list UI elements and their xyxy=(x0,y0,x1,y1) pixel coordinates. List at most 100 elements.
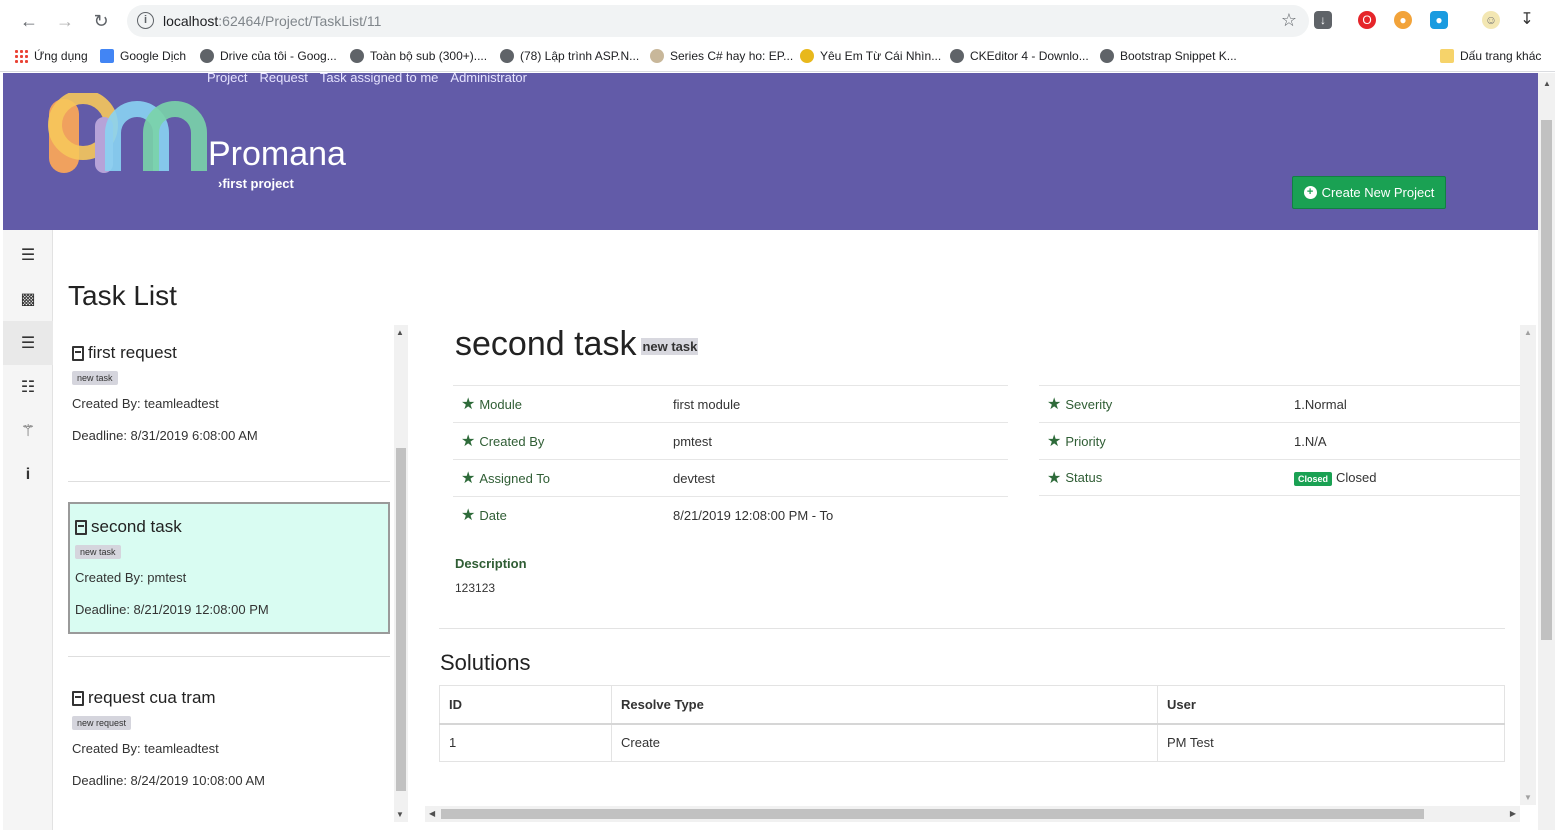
star-icon: ★ xyxy=(1047,433,1062,450)
scrollbar-thumb[interactable] xyxy=(396,448,406,791)
globe-icon xyxy=(950,49,964,63)
top-nav: Project Request Task assigned to me Admi… xyxy=(207,70,527,85)
info-icon[interactable]: i xyxy=(3,453,53,497)
field-date: ★ Date 8/21/2019 12:08:00 PM - To xyxy=(453,496,1008,533)
cell-user: PM Test xyxy=(1157,723,1505,762)
sidebar: ☰ ▩ ☰ ☷ ⚚ i xyxy=(3,230,53,830)
scrollbar-thumb[interactable] xyxy=(441,809,1424,819)
globe-icon xyxy=(350,49,364,63)
description-text: 123123 xyxy=(455,581,496,595)
scroll-down-icon[interactable]: ▼ xyxy=(396,810,404,819)
field-status: ★ Status Closed Closed xyxy=(1039,459,1520,496)
tv-icon xyxy=(800,49,814,63)
task-detail: second task new task ★ Module first module… xyxy=(425,325,1520,805)
bookmark-ckeditor[interactable]: CKEditor 4 - Downlo... xyxy=(950,49,1089,63)
download-ext-icon[interactable]: ↓ xyxy=(1314,11,1332,29)
task-deadline: Deadline: 8/21/2019 12:08:00 PM xyxy=(75,602,269,617)
opera-icon[interactable]: O xyxy=(1358,11,1376,29)
task-created-by: Created By: pmtest xyxy=(75,570,187,585)
downloads-icon[interactable]: ↧ xyxy=(1518,11,1536,29)
plus-circle-icon: + xyxy=(1303,186,1317,199)
scroll-up-icon[interactable]: ▲ xyxy=(1543,79,1551,88)
star-icon: ★ xyxy=(461,433,476,450)
task-card-title: second task xyxy=(91,517,182,536)
page-scrollbar[interactable]: ▲ xyxy=(1538,73,1555,830)
scrollbar-thumb[interactable] xyxy=(1541,120,1552,640)
scroll-up-icon[interactable]: ▲ xyxy=(396,328,404,337)
nav-administrator[interactable]: Administrator xyxy=(450,70,527,85)
bookmark-google-translate[interactable]: Google Dịch xyxy=(100,49,186,63)
create-new-project-button[interactable]: + Create New Project xyxy=(1292,176,1446,209)
app-header: Project Request Task assigned to me Admi… xyxy=(3,70,1538,230)
task-card[interactable]: request cua tram new request Created By:… xyxy=(68,688,390,788)
bookmark-apps[interactable]: Ứng dụng xyxy=(14,49,88,63)
scroll-up-icon[interactable]: ▲ xyxy=(1524,328,1532,337)
task-card-title: request cua tram xyxy=(88,688,216,707)
reload-icon[interactable]: ↻ xyxy=(89,9,113,33)
avatar-icon xyxy=(650,49,664,63)
star-icon: ★ xyxy=(461,470,476,487)
bookmark-yeu-em[interactable]: Yêu Em Từ Cái Nhìn... xyxy=(800,49,941,63)
globe-icon xyxy=(200,49,214,63)
field-module: ★ Module first module xyxy=(453,385,1008,422)
task-badge: new task xyxy=(75,545,121,559)
drop-ext-icon[interactable]: ● xyxy=(1430,11,1448,29)
cell-id: 1 xyxy=(439,723,612,762)
task-created-by: Created By: teamleadtest xyxy=(72,396,219,411)
scroll-down-icon[interactable]: ▼ xyxy=(1524,793,1532,802)
detail-horizontal-scrollbar[interactable]: ◀ ▶ xyxy=(425,806,1520,822)
task-created-by: Created By: teamleadtest xyxy=(72,741,219,756)
divider xyxy=(68,481,390,482)
task-deadline: Deadline: 8/31/2019 6:08:00 AM xyxy=(72,428,258,443)
description-label: Description xyxy=(455,556,527,571)
column-header-resolve-type: Resolve Type xyxy=(611,685,1158,725)
bookmark-aspnet[interactable]: (78) Lập trình ASP.N... xyxy=(500,49,639,63)
profile-avatar-icon[interactable]: ☺ xyxy=(1482,11,1500,29)
chrome-ext-icon[interactable]: ● xyxy=(1394,11,1412,29)
scroll-right-icon[interactable]: ▶ xyxy=(1510,809,1516,818)
star-icon: ★ xyxy=(1047,469,1062,487)
detail-vertical-scrollbar[interactable]: ▲ ▼ xyxy=(1520,325,1536,805)
back-icon[interactable]: ← xyxy=(17,9,41,33)
address-bar[interactable]: i localhost:62464/Project/TaskList/11 ☆ xyxy=(127,5,1309,37)
task-card[interactable]: first request new task Created By: teaml… xyxy=(68,343,390,443)
url-text[interactable]: localhost:62464/Project/TaskList/11 xyxy=(163,13,381,29)
bookmark-bootstrap[interactable]: Bootstrap Snippet K... xyxy=(1100,49,1237,63)
bookmark-drive[interactable]: Drive của tôi - Goog... xyxy=(200,49,337,63)
nav-request[interactable]: Request xyxy=(259,70,307,85)
star-icon: ★ xyxy=(461,396,476,413)
bookmark-other[interactable]: Dấu trang khác xyxy=(1440,49,1541,63)
task-list: first request new task Created By: teaml… xyxy=(64,325,394,822)
info-icon[interactable]: i xyxy=(137,12,154,29)
column-header-user: User xyxy=(1157,685,1505,725)
promana-logo[interactable] xyxy=(47,93,207,175)
cable-car-icon[interactable]: ☷ xyxy=(3,365,53,409)
breadcrumb[interactable]: ›first project xyxy=(218,176,294,191)
nav-task-assigned[interactable]: Task assigned to me xyxy=(320,70,439,85)
task-badge: new task xyxy=(72,371,118,385)
task-list-icon[interactable]: ☰ xyxy=(3,321,53,365)
field-severity: ★ Severity 1.Normal xyxy=(1039,385,1520,422)
nav-project[interactable]: Project xyxy=(207,70,247,85)
task-card-selected[interactable]: second task new task Created By: pmtest … xyxy=(68,502,390,634)
file-text-icon xyxy=(72,690,84,706)
bookmark-sub[interactable]: Toàn bộ sub (300+).... xyxy=(350,49,487,63)
bookmark-star-icon[interactable]: ☆ xyxy=(1281,10,1297,31)
area-chart-icon[interactable]: ▩ xyxy=(3,277,53,321)
file-text-icon xyxy=(72,345,84,361)
folder-icon xyxy=(1440,49,1454,63)
bookmark-csharp[interactable]: Series C# hay ho: EP... xyxy=(650,49,793,63)
forward-icon[interactable]: → xyxy=(53,9,77,33)
scroll-left-icon[interactable]: ◀ xyxy=(429,809,435,818)
menu-icon[interactable]: ☰ xyxy=(3,233,53,277)
globe-icon xyxy=(1100,49,1114,63)
task-deadline: Deadline: 8/24/2019 10:08:00 AM xyxy=(72,773,265,788)
divider xyxy=(68,656,390,657)
bookmarks-bar: Ứng dụng Google Dịch Drive của tôi - Goo… xyxy=(0,42,1555,72)
field-assigned-to: ★ Assigned To devtest xyxy=(453,459,1008,496)
divider xyxy=(439,628,1505,629)
globe-icon xyxy=(500,49,514,63)
sitemap-icon[interactable]: ⚚ xyxy=(3,409,53,453)
field-created-by: ★ Created By pmtest xyxy=(453,422,1008,459)
task-list-scrollbar[interactable]: ▲ ▼ xyxy=(394,325,408,822)
